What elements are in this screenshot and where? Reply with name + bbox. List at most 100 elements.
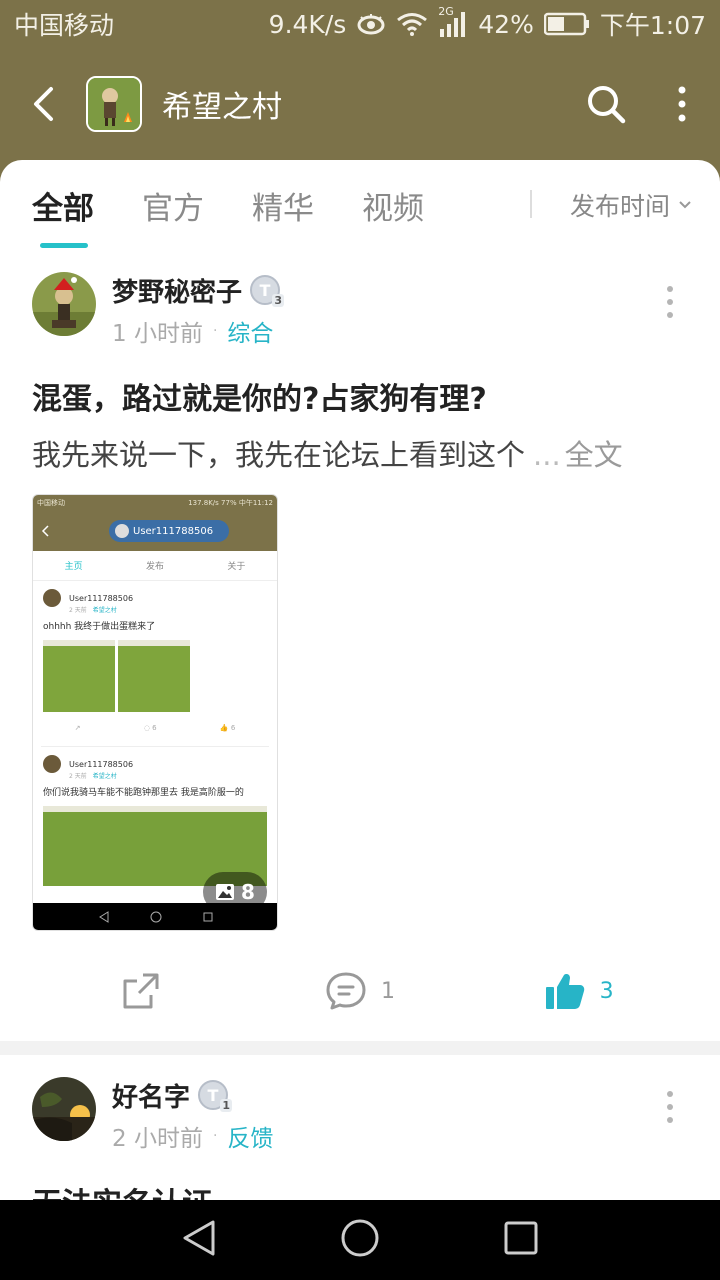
excerpt-ellipsis: ...: [533, 438, 561, 472]
tab-all[interactable]: 全部: [32, 160, 94, 250]
post-time: 2 小时前: [112, 1126, 203, 1152]
carrier-label: 中国移动: [14, 11, 115, 40]
thumb-carrier: 中国移动: [37, 499, 65, 507]
post-excerpt[interactable]: 我先来说一下，我先在论坛上看到这个... 全文: [32, 432, 688, 474]
thumb-comment-count: ◌ 6: [143, 724, 157, 732]
thumb-author: User111788506: [69, 593, 134, 603]
thumb-app-bar: User111788506: [33, 511, 277, 551]
thumb-time: 2 天前: [69, 607, 87, 614]
thumb-nav-recent-icon: [203, 912, 213, 921]
app-logo[interactable]: [86, 76, 142, 132]
full-text-link[interactable]: 全文: [565, 438, 623, 472]
like-count: 3: [599, 978, 614, 1004]
tab-featured[interactable]: 精华: [252, 160, 314, 250]
author-name[interactable]: 好名字: [112, 1077, 190, 1114]
nav-home-button[interactable]: [340, 1218, 380, 1262]
sort-label: 发布时间: [569, 192, 670, 221]
post-title[interactable]: 混蛋，路过就是你的?占家狗有理?: [32, 374, 688, 418]
thumb-tabs: 主页 发布 关于: [33, 551, 277, 581]
share-button[interactable]: [32, 971, 251, 1011]
search-button[interactable]: [568, 48, 644, 160]
thumb-user-pill: User111788506: [109, 520, 229, 542]
more-options-button[interactable]: [644, 48, 720, 160]
thumb-user-avatar: [115, 524, 129, 538]
thumb-nav-back-icon: [99, 910, 109, 923]
thumbs-up-icon: [545, 974, 584, 1009]
comment-icon: [326, 972, 366, 1010]
thumb-share-icon: ↗: [74, 724, 81, 732]
back-arrow-icon: [34, 87, 53, 121]
share-icon: [123, 973, 159, 1009]
comment-count: 1: [381, 978, 395, 1004]
thumb-time: 2 天前: [69, 773, 87, 780]
system-nav-bar: [0, 1200, 720, 1280]
author-name[interactable]: 梦野秘密子: [112, 272, 242, 309]
thumb-tab-about: 关于: [227, 562, 246, 572]
comment-button[interactable]: 1: [251, 971, 470, 1011]
level-badge: T 3: [250, 275, 285, 307]
post-image-thumbnail[interactable]: 中国移动 137.8K/s 77% 中午11:12 User111788506 …: [32, 494, 278, 931]
thumb-status-right: 137.8K/s 77% 中午11:12: [188, 499, 273, 507]
sort-dropdown[interactable]: 发布时间: [570, 160, 692, 250]
thumb-like-count: 👍 6: [219, 724, 236, 732]
image-icon: [216, 884, 235, 900]
nav-back-button[interactable]: [181, 1218, 217, 1262]
thumb-post-2: User111788506 2 天前 希望之村 你们说我骑马车能不能跑钟那里去 我…: [33, 747, 277, 800]
app-title: 希望之村: [162, 90, 282, 125]
image-count: 8: [241, 880, 255, 904]
thumb-comments: 6: [152, 724, 157, 732]
search-icon: [588, 86, 626, 124]
avatar[interactable]: [32, 1077, 96, 1141]
thumb-back-icon: [41, 525, 49, 537]
thumb-game-image: [118, 640, 190, 712]
thumb-avatar: [43, 755, 61, 773]
post-category[interactable]: 综合: [227, 314, 273, 348]
post-excerpt-text: 我先来说一下，我先在论坛上看到这个: [32, 438, 526, 472]
battery-icon: [543, 12, 590, 36]
thumb-status-bar: 中国移动 137.8K/s 77% 中午11:12: [33, 495, 277, 511]
thumb-nav-bar: [33, 903, 277, 930]
thumb-author: User111788506: [69, 759, 134, 769]
post-time: 1 小时前: [112, 321, 203, 347]
separator-dot: ·: [212, 323, 218, 339]
post-separator: [0, 1041, 720, 1055]
back-button[interactable]: [0, 48, 86, 160]
avatar[interactable]: [32, 272, 96, 336]
app-bar: 希望之村: [0, 48, 720, 160]
post-category[interactable]: 反馈: [227, 1119, 273, 1153]
nav-recents-button[interactable]: [503, 1220, 539, 1260]
level-number: 3: [272, 294, 285, 307]
tab-divider: [530, 190, 532, 218]
more-vertical-icon: [678, 86, 686, 122]
like-button[interactable]: 3: [469, 971, 688, 1011]
level-letter: T: [207, 1085, 219, 1105]
post-more-button[interactable]: [660, 282, 680, 322]
battery-percent: 42%: [478, 9, 534, 39]
thumb-game-image: [43, 640, 115, 712]
post-card[interactable]: 梦野秘密子 T 3 1 小时前 · 综合 混蛋，路过就是你的?占家狗有理? 我先…: [0, 250, 720, 1041]
thumb-likes: 6: [230, 724, 236, 732]
tab-video[interactable]: 视频: [362, 160, 424, 250]
level-letter: T: [259, 280, 271, 300]
thumb-post-1: User111788506 2 天前 希望之村 ohhhh 我终于做出蛋糕来了 ↗…: [33, 581, 277, 738]
post-card[interactable]: 好名字 T 1 2 小时前 · 反馈 无法实名认证: [0, 1055, 720, 1200]
thumb-tab-home: 主页: [64, 562, 83, 572]
post-title[interactable]: 无法实名认证: [32, 1179, 688, 1200]
thumb-user-name: User111788506: [133, 525, 214, 537]
content-card: 全部 官方 精华 视频 发布时间 梦野秘密子 T 3 1 小时前 · 综合 混蛋…: [0, 160, 720, 1200]
thumb-nav-home-icon: [150, 911, 162, 922]
post-actions: 1 3: [32, 941, 688, 1041]
signal-icon: 2G: [438, 5, 468, 37]
post-more-button[interactable]: [660, 1087, 680, 1127]
tab-official[interactable]: 官方: [142, 160, 204, 250]
level-number: 1: [220, 1099, 233, 1112]
thumb-category: 希望之村: [92, 607, 117, 614]
nav-recents-icon: [504, 1221, 538, 1255]
chevron-down-icon: [679, 201, 691, 209]
thumb-tab-posts: 发布: [145, 562, 164, 572]
eye-icon: [356, 13, 386, 35]
network-speed: 9.4K/s: [268, 9, 347, 39]
network-type: 2G: [438, 5, 454, 18]
nav-back-icon: [183, 1220, 215, 1256]
level-badge: T 1: [198, 1080, 233, 1112]
